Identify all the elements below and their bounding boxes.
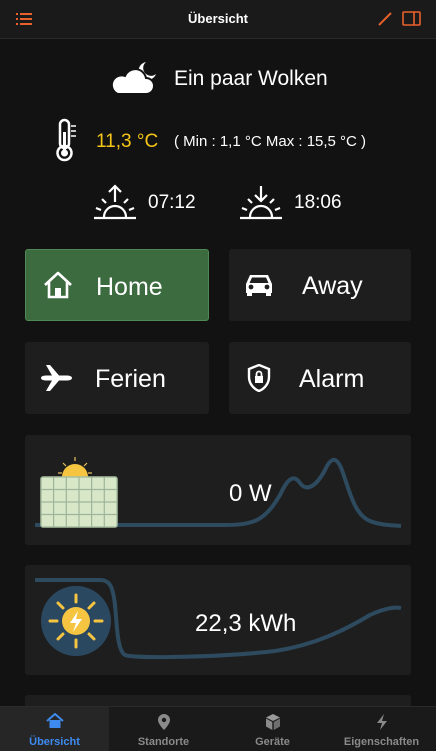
sunset-time: 18:06 [294, 192, 342, 213]
temperature-value: 11,3 °C [96, 131, 159, 152]
sunrise-icon [94, 184, 136, 220]
tab-label: Übersicht [29, 736, 80, 748]
mode-label: Away [302, 272, 363, 300]
sunset-icon [240, 186, 282, 220]
shield-lock-icon [247, 364, 271, 392]
page-title: Übersicht [188, 11, 248, 26]
energy-card[interactable]: 22,3 kWh [25, 565, 411, 675]
energy-value: 22,3 kWh [195, 610, 297, 637]
tab-label: Eigenschaften [343, 736, 420, 748]
mode-home-button[interactable]: Home [25, 249, 209, 321]
sun-times-row: 07:12 18:06 [92, 182, 372, 226]
tab-uebersicht[interactable]: Übersicht [0, 707, 109, 751]
temperature-row: 11,3 °C ( Min : 1,1 °C Max : 15,5 °C ) [52, 118, 412, 164]
thermometer-icon [56, 118, 76, 162]
mode-ferien-button[interactable]: Ferien [25, 342, 209, 414]
cloud-moon-icon [110, 62, 156, 95]
map-pin-icon [158, 714, 170, 730]
solar-panel-icon [40, 457, 118, 528]
temperature-minmax: ( Min : 1,1 °C Max : 15,5 °C ) [174, 133, 367, 150]
bottom-tab-bar: Übersicht Standorte Geräte Eigenschaften [0, 706, 436, 751]
weather-condition: Ein paar Wolken [174, 67, 328, 90]
solar-power-card[interactable]: 0 W [25, 435, 411, 545]
tab-label: Standorte [137, 736, 190, 748]
airplane-icon [41, 365, 72, 391]
tab-geraete[interactable]: Geräte [218, 707, 327, 751]
tab-standorte[interactable]: Standorte [109, 707, 218, 751]
car-icon [246, 275, 272, 296]
cube-icon [266, 714, 280, 730]
tab-eigenschaften[interactable]: Eigenschaften [327, 707, 436, 751]
mode-away-button[interactable]: Away [229, 249, 411, 321]
mode-alarm-button[interactable]: Alarm [229, 342, 411, 414]
mode-label: Ferien [95, 365, 166, 393]
home-icon [44, 271, 72, 299]
sun-energy-icon [41, 586, 111, 656]
mode-label: Home [96, 273, 163, 301]
tab-label: Geräte [255, 736, 290, 748]
solar-power-value: 0 W [229, 480, 272, 507]
top-app-bar: Übersicht [0, 0, 436, 39]
sidebar-icon[interactable] [402, 11, 421, 26]
bolt-icon [377, 714, 387, 730]
mode-label: Alarm [299, 365, 365, 393]
home-icon [46, 713, 64, 728]
sunrise-time: 07:12 [148, 192, 196, 213]
edit-icon[interactable] [378, 12, 392, 26]
